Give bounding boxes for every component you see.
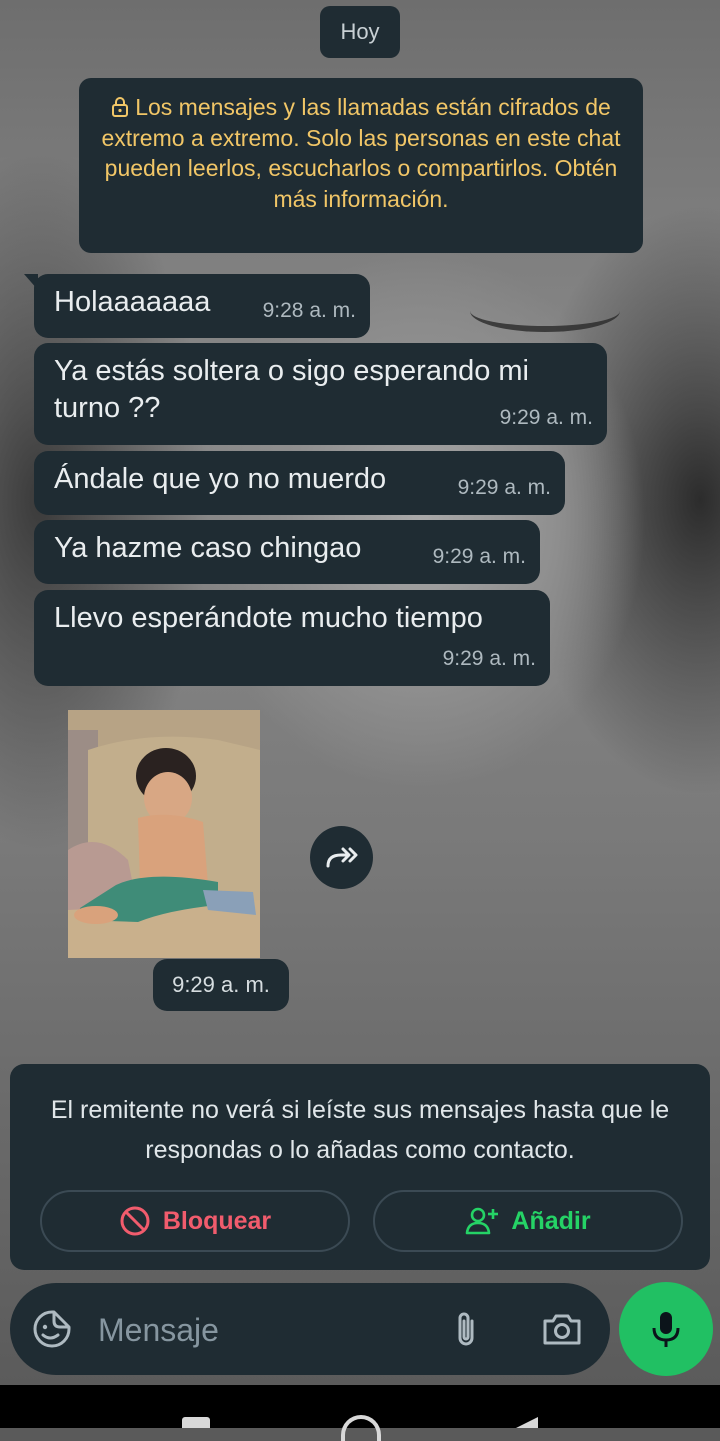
sticker-button[interactable] xyxy=(30,1307,74,1351)
encryption-notice[interactable]: Los mensajes y las llamadas están cifrad… xyxy=(79,78,643,253)
add-contact-button-label: Añadir xyxy=(511,1207,590,1236)
block-icon xyxy=(119,1205,151,1237)
message-text: Ya hazme caso chingao xyxy=(54,532,361,564)
encryption-notice-text: Los mensajes y las llamadas están cifrad… xyxy=(101,94,620,212)
message-bubble[interactable]: Ya hazme caso chingao 9:29 a. m. xyxy=(34,520,540,584)
image-message-time: 9:29 a. m. xyxy=(153,959,289,1011)
voice-record-button[interactable] xyxy=(619,1282,713,1376)
forward-icon xyxy=(324,846,360,870)
add-contact-button[interactable]: Añadir xyxy=(373,1190,683,1252)
message-time: 9:29 a. m. xyxy=(500,399,593,436)
message-time: 9:29 a. m. xyxy=(443,640,536,677)
message-bubble[interactable]: Holaaaaaaa 9:28 a. m. xyxy=(34,274,370,338)
block-button-label: Bloquear xyxy=(163,1207,271,1236)
message-bubble[interactable]: Llevo esperándote mucho tiempo 9:29 a. m… xyxy=(34,590,550,686)
message-bubble[interactable]: Ándale que yo no muerdo 9:29 a. m. xyxy=(34,451,565,515)
nav-home-button[interactable] xyxy=(341,1415,381,1441)
block-button[interactable]: Bloquear xyxy=(40,1190,350,1252)
image-message[interactable] xyxy=(68,710,260,958)
message-text: Holaaaaaaa xyxy=(54,286,210,318)
unknown-sender-notice-text: El remitente no verá si leíste sus mensa… xyxy=(50,1090,670,1170)
message-time: 9:28 a. m. xyxy=(263,292,356,329)
sticker-icon xyxy=(32,1309,72,1349)
unknown-sender-notice: El remitente no verá si leíste sus mensa… xyxy=(10,1090,710,1170)
microphone-icon xyxy=(651,1309,681,1349)
forward-button[interactable] xyxy=(310,826,373,889)
system-navigation-bar xyxy=(0,1385,720,1428)
attach-button[interactable] xyxy=(446,1307,486,1351)
date-chip: Hoy xyxy=(320,6,400,58)
add-person-icon xyxy=(465,1206,499,1236)
wallpaper-detail xyxy=(470,290,620,332)
camera-button[interactable] xyxy=(538,1307,586,1351)
nav-back-button[interactable] xyxy=(516,1417,538,1428)
message-bubble[interactable]: Ya estás soltera o sigo esperando mi tur… xyxy=(34,343,607,445)
message-time: 9:29 a. m. xyxy=(458,469,551,506)
nav-recents-button[interactable] xyxy=(182,1417,210,1428)
image-message-thumbnail xyxy=(68,710,260,958)
paperclip-icon xyxy=(453,1309,479,1349)
bubble-tail xyxy=(24,274,38,290)
message-text: Ándale que yo no muerdo xyxy=(54,463,386,495)
message-composer xyxy=(10,1283,610,1375)
camera-icon xyxy=(541,1311,583,1347)
unknown-sender-panel: El remitente no verá si leíste sus mensa… xyxy=(10,1064,710,1270)
message-text: Llevo esperándote mucho tiempo xyxy=(54,602,483,634)
message-input[interactable] xyxy=(96,1303,430,1357)
message-time: 9:29 a. m. xyxy=(433,538,526,575)
lock-icon xyxy=(111,97,129,117)
